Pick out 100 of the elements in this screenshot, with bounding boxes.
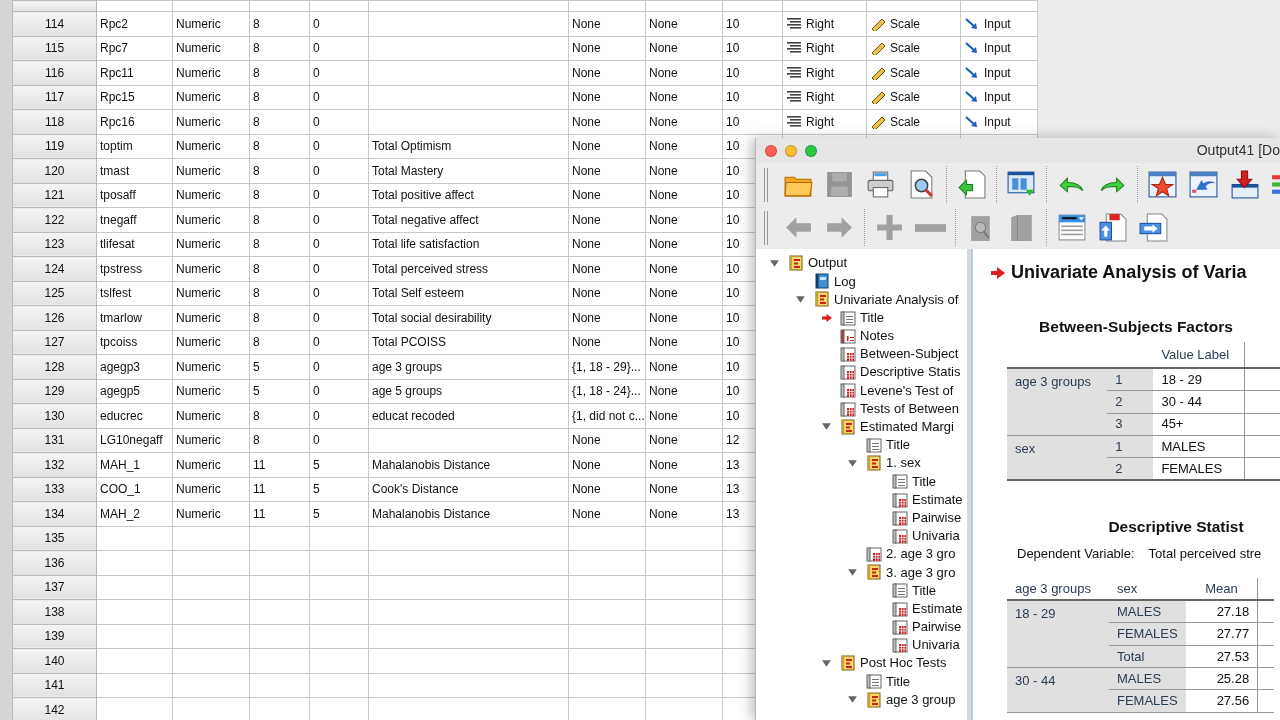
outline-item[interactable]: Pairwise: [756, 617, 967, 636]
row-header[interactable]: 129: [12, 379, 97, 404]
row-header[interactable]: 130: [12, 403, 97, 428]
table-cell: Numeric: [172, 428, 250, 453]
table-cell: 8: [249, 305, 310, 330]
table-page-icon: [892, 509, 908, 526]
table-cell: None: [568, 36, 646, 61]
table-cell: 8: [249, 428, 310, 453]
table-cell: None: [568, 501, 646, 526]
row-header[interactable]: 122: [12, 207, 97, 232]
row-header[interactable]: 142: [12, 697, 97, 720]
row-label: MALES: [1117, 670, 1162, 686]
collapse-toggle-icon[interactable]: [847, 457, 858, 469]
table-cell: None: [645, 501, 723, 526]
table-cell: age 3 groups: [368, 354, 569, 379]
table-cell: Scale: [890, 16, 921, 31]
table-cell: None: [645, 183, 723, 208]
close-button[interactable]: [765, 144, 777, 157]
table-cell: None: [568, 330, 646, 355]
row-header[interactable]: 116: [12, 60, 97, 85]
table-title: Descriptive Statist: [1107, 517, 1245, 538]
table-cell: Numeric: [172, 158, 250, 183]
window-title: Output41 [Do: [1196, 141, 1280, 160]
row-header[interactable]: 128: [12, 354, 97, 379]
outline-item[interactable]: Title: [756, 581, 967, 600]
outline-item[interactable]: 2. age 3 gro: [756, 545, 967, 564]
outline-label: Descriptive Statis: [860, 363, 961, 382]
table-cell: Numeric: [172, 256, 250, 281]
table-cell: Numeric: [172, 207, 250, 232]
table-cell: {1, 18 - 29}...: [568, 354, 646, 379]
row-header[interactable]: 136: [12, 550, 97, 575]
table-cell: agegp3: [96, 354, 173, 379]
outline-item[interactable]: 3. age 3 gro: [756, 563, 967, 582]
row-header[interactable]: 127: [12, 330, 97, 355]
collapse-toggle-icon[interactable]: [821, 421, 832, 433]
row-header[interactable]: 141: [12, 673, 97, 698]
row-header[interactable]: 115: [12, 36, 97, 61]
log-book-icon: [814, 273, 830, 290]
table-cell: Numeric: [172, 452, 250, 477]
table-down-arrow-icon: [1229, 169, 1260, 200]
outline-book-icon: [840, 418, 856, 435]
row-header[interactable]: 131: [12, 428, 97, 453]
table-cell: None: [568, 232, 646, 257]
row-header[interactable]: 114: [12, 11, 97, 36]
table-cell: Scale: [890, 65, 921, 80]
table-cell: Numeric: [172, 109, 250, 134]
outline-item[interactable]: Title: [756, 672, 967, 691]
row-header[interactable]: 117: [12, 85, 97, 110]
outline-item[interactable]: Univaria: [756, 526, 967, 545]
row-header[interactable]: 140: [12, 648, 97, 673]
row-header[interactable]: 133: [12, 477, 97, 502]
table-cell: None: [568, 11, 646, 36]
output-heading: Univariate Analysis of Varia: [1011, 261, 1247, 284]
row-header[interactable]: 119: [12, 134, 97, 159]
outline-item[interactable]: Post Hoc Tests: [756, 654, 967, 673]
row-header[interactable]: 134: [12, 501, 97, 526]
row-header[interactable]: 135: [12, 526, 97, 551]
row-label: 1: [1115, 438, 1123, 454]
outline-item[interactable]: Estimate: [756, 599, 967, 618]
collapse-toggle-icon[interactable]: [795, 293, 806, 305]
outline-item[interactable]: Univaria: [756, 635, 967, 655]
outline-book-icon: [788, 255, 804, 272]
table-cell: 0: [309, 36, 369, 61]
row-header[interactable]: 123: [12, 232, 97, 257]
table-cell: 0: [309, 305, 369, 330]
table-cell: tnegaff: [96, 207, 173, 232]
row-header[interactable]: 126: [12, 305, 97, 330]
table-cell: Numeric: [172, 36, 250, 61]
arrow-icon: [964, 41, 980, 56]
row-header[interactable]: 137: [12, 575, 97, 600]
table-cell: Rpc7: [96, 36, 173, 61]
table-cell: None: [568, 477, 646, 502]
outline-book-icon: [814, 291, 830, 308]
outline-item[interactable]: age 3 group: [756, 690, 967, 709]
collapse-toggle-icon[interactable]: [847, 566, 858, 578]
outline-label: Title: [886, 436, 911, 455]
caption-value: Total perceived stre: [1148, 545, 1262, 564]
outline-label: 3. age 3 gro: [886, 563, 956, 582]
title-page-icon: [866, 673, 882, 690]
table-cell: None: [645, 428, 723, 453]
row-header[interactable]: 132: [12, 452, 97, 477]
row-header[interactable]: 139: [12, 624, 97, 649]
row-header[interactable]: 120: [12, 158, 97, 183]
table-cell: 0: [309, 183, 369, 208]
table-cell: Total Mastery: [368, 158, 569, 183]
collapse-toggle-icon[interactable]: [769, 257, 780, 269]
table-cell: 0: [309, 158, 369, 183]
table-cell: tmast: [96, 158, 173, 183]
outline-label: Notes: [860, 327, 894, 346]
table-cell: Total Optimism: [368, 134, 569, 159]
row-header[interactable]: 121: [12, 183, 97, 208]
row-header[interactable]: 138: [12, 599, 97, 624]
row-header[interactable]: 125: [12, 281, 97, 306]
collapse-toggle-icon[interactable]: [847, 694, 858, 706]
row-header[interactable]: 118: [12, 109, 97, 134]
table-cell: 10: [722, 60, 783, 85]
row-header[interactable]: 124: [12, 256, 97, 281]
zoom-button[interactable]: [805, 144, 817, 157]
table-cell: Total life satisfaction: [368, 232, 569, 257]
collapse-toggle-icon[interactable]: [821, 657, 832, 669]
